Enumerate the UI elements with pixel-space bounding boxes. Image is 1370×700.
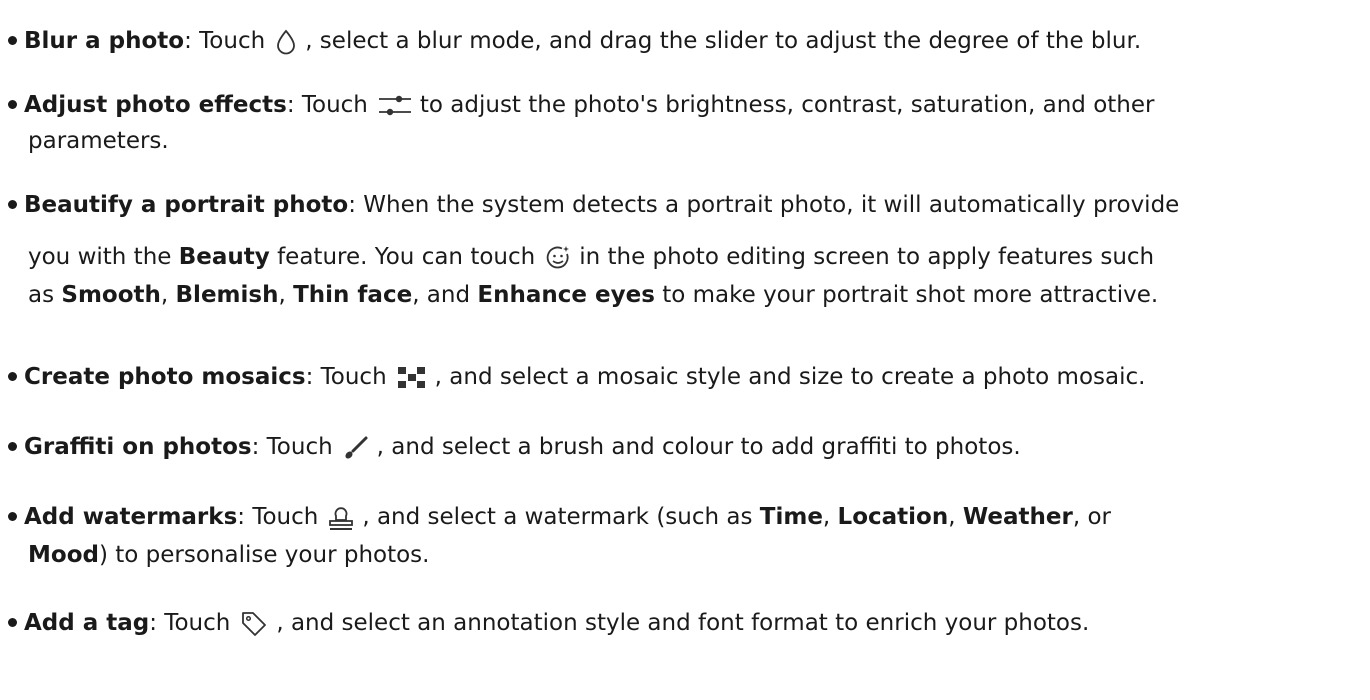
item-text: feature. You can touch <box>277 244 536 270</box>
separator: , <box>160 282 169 308</box>
item-text: , and select a brush and colour to add g… <box>376 434 1021 460</box>
bullet <box>8 511 17 521</box>
item-text: to adjust the photo's brightness, contra… <box>419 92 1155 118</box>
list-item-watermark-cont: Mood) to personalise your photos. <box>28 538 429 572</box>
separator: , and <box>412 282 471 308</box>
item-text: : Touch <box>149 610 231 636</box>
item-text: : Touch <box>237 504 319 530</box>
tag-icon <box>240 610 268 638</box>
item-title: Graffiti on photos <box>24 434 252 460</box>
list-item-blur: Blur a photo: Touch , select a blur mode… <box>8 24 1141 58</box>
item-text: you with the <box>28 244 172 270</box>
bullet <box>8 441 17 451</box>
beauty-face-icon <box>545 245 571 271</box>
mosaic-icon <box>397 365 427 391</box>
item-title: Create photo mosaics <box>24 364 306 390</box>
list-item-watermark: Add watermarks: Touch , and select a wat… <box>8 500 1111 534</box>
separator: , <box>278 282 286 308</box>
list-item-graffiti: Graffiti on photos: Touch , and select a… <box>8 430 1021 464</box>
brush-icon <box>343 435 369 461</box>
item-text: : Touch <box>286 92 368 118</box>
bullet <box>8 99 17 109</box>
bullet <box>8 35 17 45</box>
item-title: Add watermarks <box>24 504 238 530</box>
list-item-tag: Add a tag: Touch , and select an annotat… <box>8 606 1089 640</box>
item-text: : Touch <box>184 28 266 54</box>
separator: , <box>948 504 956 530</box>
item-text: , and select a watermark (such as <box>362 504 753 530</box>
item-text: , select a blur mode, and drag the slide… <box>305 28 1142 54</box>
item-title: Beautify a portrait photo <box>24 192 349 218</box>
watermark-type: Time <box>759 504 823 530</box>
list-item-beautify: Beautify a portrait photo: When the syst… <box>8 188 1179 222</box>
list-item-adjust: Adjust photo effects: Touch to adjust th… <box>8 88 1154 122</box>
item-text: in the photo editing screen to apply fea… <box>579 244 1155 270</box>
item-text: : When the system detects a portrait pho… <box>348 192 1180 218</box>
adjust-sliders-icon <box>378 94 412 118</box>
watermark-stamp-icon <box>328 504 354 532</box>
watermark-type: Location <box>837 504 949 530</box>
photo-editing-features-list: Blur a photo: Touch , select a blur mode… <box>0 0 1370 700</box>
item-title: Add a tag <box>24 610 150 636</box>
watermark-type: Mood <box>28 542 99 568</box>
feature-name: Enhance eyes <box>477 282 655 308</box>
feature-name: Smooth <box>61 282 161 308</box>
item-text: : Touch <box>251 434 333 460</box>
item-title: Blur a photo <box>24 28 185 54</box>
list-item-adjust-cont: parameters. <box>28 124 169 158</box>
list-item-mosaic: Create photo mosaics: Touch , and select… <box>8 360 1145 394</box>
list-item-beautify-cont: you with the Beauty feature. You can tou… <box>28 240 1154 274</box>
separator: , <box>822 504 831 530</box>
droplet-icon <box>275 29 297 55</box>
item-text: , and select an annotation style and fon… <box>276 610 1090 636</box>
separator: , or <box>1072 504 1111 530</box>
feature-name: Blemish <box>175 282 279 308</box>
list-item-beautify-cont2: as Smooth, Blemish, Thin face, and Enhan… <box>28 278 1158 312</box>
item-text: as <box>28 282 55 308</box>
bullet <box>8 617 17 627</box>
item-text: to make your portrait shot more attracti… <box>662 282 1159 308</box>
item-title: Adjust photo effects <box>24 92 287 118</box>
item-text: parameters. <box>28 128 169 154</box>
bullet <box>8 371 17 381</box>
item-text: : Touch <box>305 364 387 390</box>
feature-name: Beauty <box>178 244 270 270</box>
watermark-type: Weather <box>962 504 1073 530</box>
bullet <box>8 199 17 209</box>
feature-name: Thin face <box>293 282 413 308</box>
item-text: ) to personalise your photos. <box>98 542 430 568</box>
item-text: , and select a mosaic style and size to … <box>434 364 1146 390</box>
